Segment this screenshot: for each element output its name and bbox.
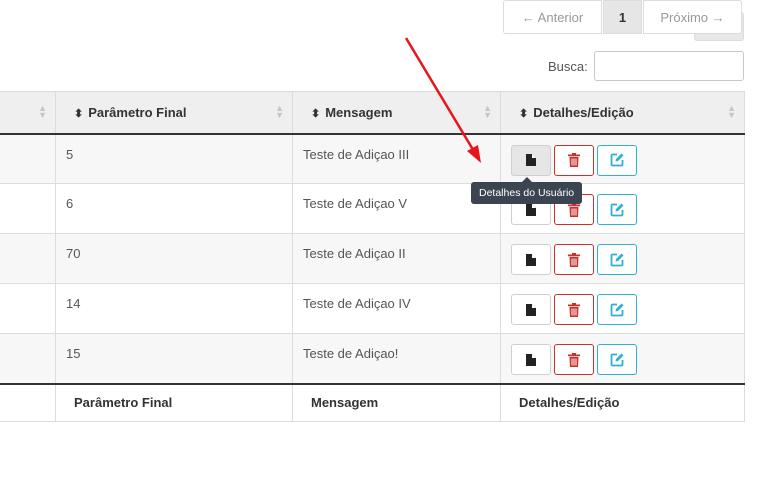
trash-icon xyxy=(568,302,580,317)
sort-arrows-icon: ▲ ▼ xyxy=(727,103,736,121)
actions-cell xyxy=(500,283,745,334)
table-cell-hidden xyxy=(0,133,56,184)
trash-icon xyxy=(568,352,580,367)
message-cell: Teste de Adiçao IV xyxy=(292,283,501,334)
table-cell-hidden xyxy=(0,333,56,384)
document-icon xyxy=(526,154,536,166)
message-cell: Teste de Adiçao! xyxy=(292,333,501,384)
trash-icon xyxy=(568,202,580,217)
delete-button[interactable] xyxy=(554,294,594,325)
edit-icon xyxy=(610,303,624,316)
details-button[interactable] xyxy=(511,144,551,176)
sort-arrows-icon: ▲ ▼ xyxy=(38,103,47,121)
table-cell-hidden xyxy=(0,233,56,284)
document-icon xyxy=(526,303,536,316)
search-label: Busca: xyxy=(548,59,588,74)
search-input[interactable] xyxy=(594,51,744,81)
footer-cell-hidden xyxy=(0,382,56,422)
edit-button[interactable] xyxy=(597,244,637,275)
table-row: 14 Teste de Adiçao IV xyxy=(0,283,745,334)
edit-icon xyxy=(610,353,624,366)
details-button[interactable] xyxy=(511,294,551,325)
table-cell-hidden xyxy=(0,283,56,334)
table-row: 6 Teste de Adiçao V xyxy=(0,183,745,234)
actions-cell xyxy=(500,233,745,284)
edit-button[interactable] xyxy=(597,194,637,225)
pagination-page-current[interactable]: 1 xyxy=(603,0,642,34)
edit-button[interactable] xyxy=(597,144,637,176)
delete-button[interactable] xyxy=(554,244,594,275)
details-tooltip: Detalhes do Usuário xyxy=(471,177,583,204)
footer-detalhes-edicao: Detalhes/Edição xyxy=(500,382,745,422)
table-row: 5 Teste de Adiçao III xyxy=(0,133,745,184)
document-icon xyxy=(526,203,536,216)
trash-icon xyxy=(568,153,580,167)
table-header-row: ▲ ▼ ⬍ Parâmetro Final ▲ ▼ ⬍ Mensagem ▲ ▼ ⬍ Det… xyxy=(0,91,745,135)
message-cell: Teste de Adiçao II xyxy=(292,233,501,284)
message-cell: Teste de Adiçao III xyxy=(292,133,501,184)
table-row: 15 Teste de Adiçao! xyxy=(0,333,745,384)
delete-button[interactable] xyxy=(554,344,594,375)
footer-parametro-final: Parâmetro Final xyxy=(55,382,293,422)
edit-button[interactable] xyxy=(597,294,637,325)
table-cell-hidden xyxy=(0,183,56,234)
param-cell: 70 xyxy=(55,233,293,284)
sort-arrows-icon: ▲ ▼ xyxy=(275,103,284,121)
trash-icon xyxy=(568,252,580,267)
table-row: 70 Teste de Adiçao II xyxy=(0,233,745,284)
sort-icon: ⬍ xyxy=(311,107,321,120)
edit-icon xyxy=(610,153,624,167)
edit-icon xyxy=(610,253,624,266)
sort-icon: ⬍ xyxy=(74,107,84,120)
details-button[interactable] xyxy=(511,344,551,375)
data-table: ▲ ▼ ⬍ Parâmetro Final ▲ ▼ ⬍ Mensagem ▲ ▼ ⬍ Det… xyxy=(0,91,745,422)
pagination-previous[interactable]: ← Anterior xyxy=(503,0,602,34)
actions-cell xyxy=(500,133,745,184)
message-cell: Teste de Adiçao V xyxy=(292,183,501,234)
column-header-hidden[interactable]: ▲ ▼ xyxy=(0,91,56,135)
column-header-mensagem[interactable]: ⬍ Mensagem ▲ ▼ xyxy=(292,91,501,135)
sort-icon: ⬍ xyxy=(519,107,529,120)
column-header-detalhes-edicao[interactable]: ⬍ Detalhes/Edição ▲ ▼ xyxy=(500,91,745,135)
sort-arrows-icon: ▲ ▼ xyxy=(483,103,492,121)
delete-button[interactable] xyxy=(554,144,594,176)
footer-mensagem: Mensagem xyxy=(292,382,501,422)
document-icon xyxy=(526,253,536,266)
edit-icon xyxy=(610,203,624,216)
param-cell: 14 xyxy=(55,283,293,334)
param-cell: 5 xyxy=(55,133,293,184)
details-button[interactable] xyxy=(511,244,551,275)
param-cell: 6 xyxy=(55,183,293,234)
edit-button[interactable] xyxy=(597,344,637,375)
table-footer-row: Parâmetro Final Mensagem Detalhes/Edição xyxy=(0,382,745,422)
param-cell: 15 xyxy=(55,333,293,384)
pagination-next[interactable]: Próximo → xyxy=(643,0,742,34)
document-icon xyxy=(526,353,536,366)
actions-cell xyxy=(500,333,745,384)
column-header-parametro-final[interactable]: ⬍ Parâmetro Final ▲ ▼ xyxy=(55,91,293,135)
